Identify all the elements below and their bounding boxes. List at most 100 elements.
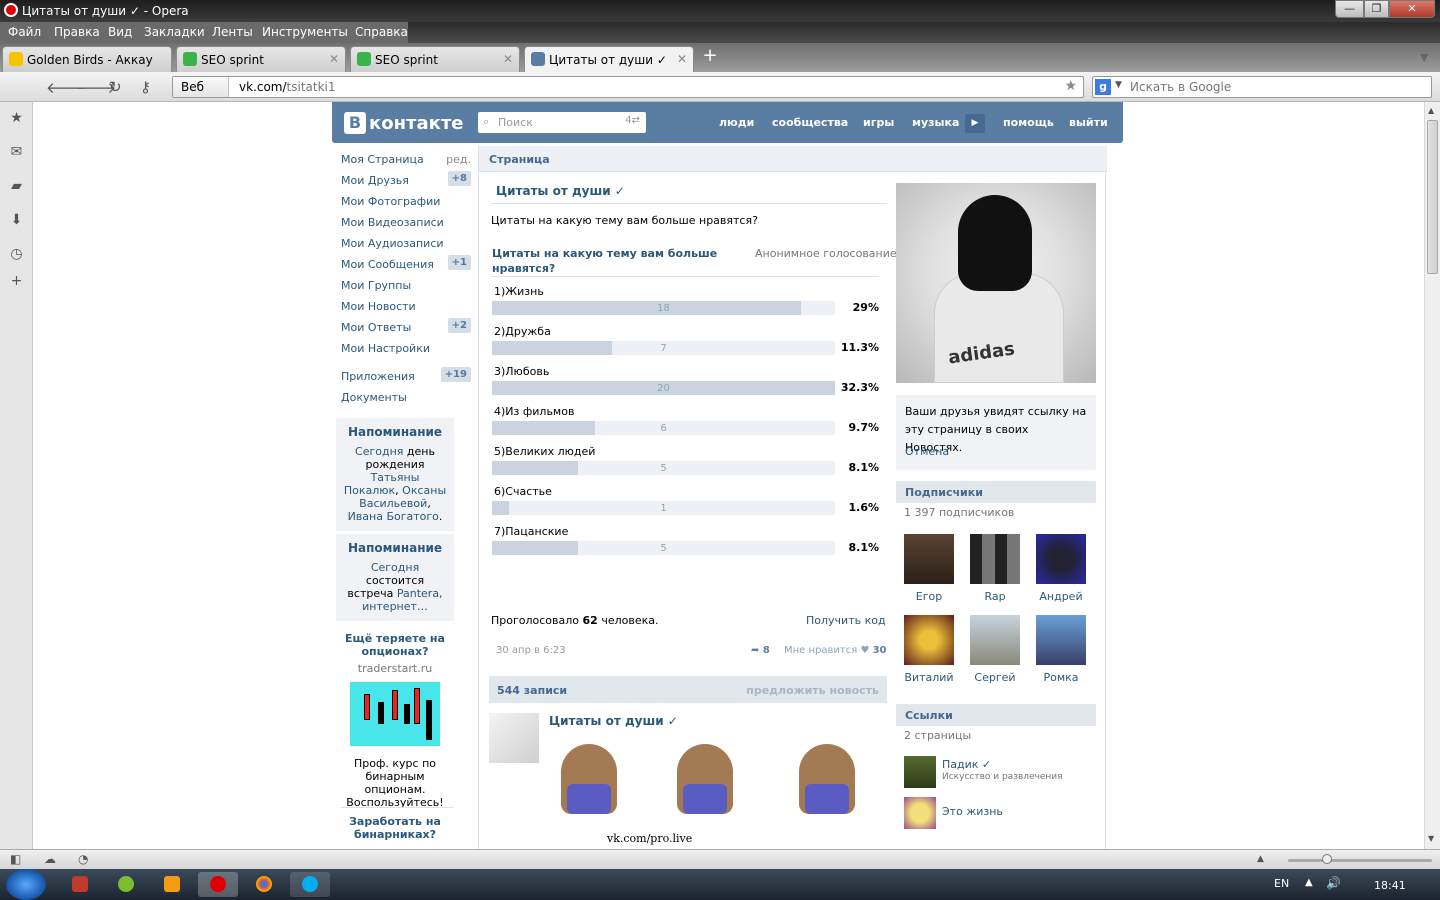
poll-option-label[interactable]: 3)Любовь bbox=[494, 365, 549, 378]
poll-option-bar[interactable]: 6 bbox=[492, 421, 835, 435]
minimize-button[interactable]: — bbox=[1335, 0, 1364, 18]
nav-people[interactable]: люди bbox=[719, 116, 754, 129]
ad-block[interactable]: Ещё теряете на опционах? traderstart.ru bbox=[336, 632, 454, 675]
poll-option-bar[interactable]: 1 bbox=[492, 501, 835, 515]
left-nav-settings[interactable]: Мои Настройки bbox=[341, 342, 471, 355]
unite-cloud-icon[interactable]: ☁ bbox=[44, 852, 56, 866]
left-nav-apps[interactable]: Приложения +19 bbox=[341, 367, 471, 383]
subscriber[interactable]: Виталий bbox=[896, 615, 962, 684]
today-link[interactable]: Сегодня bbox=[355, 445, 403, 458]
share-button[interactable]: ➦ 8 bbox=[751, 645, 770, 656]
poll-option-label[interactable]: 2)Дружба bbox=[494, 325, 551, 338]
poll-option-label[interactable]: 5)Великих людей bbox=[494, 445, 595, 458]
downloads-icon[interactable]: ⬇ bbox=[8, 212, 25, 229]
menu-feeds[interactable]: Ленты bbox=[212, 25, 253, 39]
apps-badge[interactable]: +19 bbox=[440, 367, 471, 382]
menu-help[interactable]: Справка bbox=[355, 25, 408, 39]
poll-option-label[interactable]: 7)Пацанские bbox=[494, 525, 568, 538]
poll-option-label[interactable]: 4)Из фильмов bbox=[494, 405, 574, 418]
poll-option-label[interactable]: 6)Счастье bbox=[494, 485, 552, 498]
tab-close-icon[interactable]: ✕ bbox=[677, 52, 687, 66]
left-nav-documents[interactable]: Документы bbox=[341, 391, 471, 404]
menu-file[interactable]: Файл bbox=[8, 25, 41, 39]
nav-logout[interactable]: выйти bbox=[1069, 116, 1108, 129]
friend-link[interactable]: Ивана Богатого bbox=[348, 510, 439, 523]
poll-option-label[interactable]: 1)Жизнь bbox=[494, 285, 544, 298]
menu-edit[interactable]: Правка bbox=[54, 25, 100, 39]
turbo-icon[interactable]: ◔ bbox=[78, 852, 88, 866]
tab-seo-sprint-2[interactable]: SEO sprint ✕ bbox=[350, 46, 520, 72]
bookmarks-star-icon[interactable]: ★ bbox=[8, 110, 25, 127]
zoom-slider-handle[interactable] bbox=[1322, 854, 1332, 864]
messages-badge[interactable]: +1 bbox=[447, 255, 471, 270]
history-clock-icon[interactable]: ◷ bbox=[8, 246, 25, 263]
poll-option-bar[interactable]: 20 bbox=[492, 381, 835, 395]
left-nav-answers[interactable]: Мои Ответы +2 bbox=[341, 318, 471, 334]
ad-candlestick-image[interactable] bbox=[350, 682, 440, 746]
poll-option-bar[interactable]: 5 bbox=[492, 461, 835, 475]
group-avatar[interactable]: adidas bbox=[896, 183, 1096, 383]
tab-vk-active[interactable]: Цитаты от души ✓ ✕ bbox=[524, 46, 694, 72]
close-window-button[interactable]: ✕ bbox=[1389, 0, 1435, 18]
language-indicator[interactable]: EN bbox=[1274, 877, 1289, 890]
taskbar-skype[interactable] bbox=[290, 872, 330, 897]
maximize-button[interactable]: ❐ bbox=[1364, 0, 1389, 18]
taskbar-chrome[interactable] bbox=[244, 872, 284, 897]
ad-title[interactable]: Ещё теряете на опционах? bbox=[336, 632, 454, 658]
tab-close-icon[interactable]: ✕ bbox=[329, 52, 339, 66]
address-bar[interactable]: Веб vk.com/tsitatki1 ★ bbox=[172, 76, 1084, 98]
wall-count[interactable]: 544 записи bbox=[497, 684, 567, 697]
left-nav-messages[interactable]: Мои Сообщения +1 bbox=[341, 255, 471, 271]
zoom-arrow-icon[interactable]: ▲ bbox=[1257, 854, 1264, 864]
group-name[interactable]: Цитаты от души ✓ bbox=[496, 184, 625, 198]
volume-icon[interactable]: 🔊 bbox=[1326, 876, 1341, 890]
subscriber[interactable]: Андрей bbox=[1028, 534, 1094, 603]
link-item[interactable]: Это жизнь bbox=[904, 797, 1094, 831]
post-date[interactable]: 30 апр в 6:23 bbox=[496, 645, 566, 656]
taskbar-app[interactable] bbox=[60, 872, 100, 897]
nav-communities[interactable]: сообщества bbox=[772, 116, 848, 129]
tab-seo-sprint-1[interactable]: SEO sprint ✕ bbox=[176, 46, 346, 72]
left-nav-friends[interactable]: Мои Друзья +8 bbox=[341, 171, 471, 187]
subscriber[interactable]: Сергей bbox=[962, 615, 1028, 684]
wand-key-icon[interactable]: ⚷ bbox=[140, 78, 151, 96]
poll-option-bar[interactable]: 7 bbox=[492, 341, 835, 355]
like-button[interactable]: Мне нравится ♥ 30 bbox=[784, 645, 887, 656]
ad-title[interactable]: Заработать на бинарниках? bbox=[336, 815, 454, 841]
tray-expand-icon[interactable]: ▲ bbox=[1305, 877, 1313, 888]
web-badge[interactable]: Веб bbox=[173, 77, 229, 97]
notes-icon[interactable]: ▰ bbox=[8, 178, 25, 195]
cancel-link[interactable]: Отмена bbox=[905, 445, 949, 458]
get-code-link[interactable]: Получить код bbox=[806, 614, 886, 627]
google-icon[interactable]: g bbox=[1095, 79, 1111, 95]
nav-music[interactable]: музыка bbox=[912, 116, 959, 129]
ad-block-2[interactable]: Заработать на бинарниках? bbox=[336, 815, 454, 841]
start-button[interactable] bbox=[6, 869, 46, 900]
subscriber[interactable]: Егор bbox=[896, 534, 962, 603]
suggest-news-link[interactable]: предложить новость bbox=[746, 684, 879, 697]
clock[interactable]: 18:41 bbox=[1374, 879, 1406, 892]
menu-bookmarks[interactable]: Закладки bbox=[144, 25, 205, 39]
subscribers-header[interactable]: Подписчики bbox=[896, 481, 1096, 503]
subscriber[interactable]: Rap bbox=[962, 534, 1028, 603]
scroll-down-icon[interactable]: ▼ bbox=[1428, 834, 1434, 843]
ad-text[interactable]: Проф. курс по бинарным опционам. Восполь… bbox=[336, 757, 454, 809]
post-image[interactable]: vk.com/pro.live bbox=[549, 736, 879, 849]
subscriber[interactable]: Ромка bbox=[1028, 615, 1094, 684]
reload-button[interactable]: ↻ bbox=[109, 78, 122, 96]
link-item[interactable]: Падик ✓ Искусство и развлечения bbox=[904, 756, 1094, 790]
subscribers-count[interactable]: 1 397 подписчиков bbox=[904, 506, 1014, 519]
poll-option-bar[interactable]: 18 bbox=[492, 301, 835, 315]
music-play-icon[interactable]: ▶ bbox=[965, 114, 985, 133]
taskbar-app[interactable] bbox=[106, 872, 146, 897]
search-box[interactable]: g ▼ Искать в Google bbox=[1092, 76, 1432, 98]
panel-toggle-icon[interactable]: ◧ bbox=[10, 852, 21, 866]
links-header[interactable]: Ссылки bbox=[896, 704, 1096, 726]
answers-badge[interactable]: +2 bbox=[447, 318, 471, 333]
edit-link[interactable]: ред. bbox=[446, 153, 471, 166]
today-link[interactable]: Сегодня bbox=[371, 561, 419, 574]
left-nav-photos[interactable]: Мои Фотографии bbox=[341, 195, 471, 208]
mail-icon[interactable]: ✉ bbox=[8, 144, 25, 161]
poll-option-bar[interactable]: 5 bbox=[492, 541, 835, 555]
add-panel-icon[interactable]: + bbox=[8, 273, 25, 290]
